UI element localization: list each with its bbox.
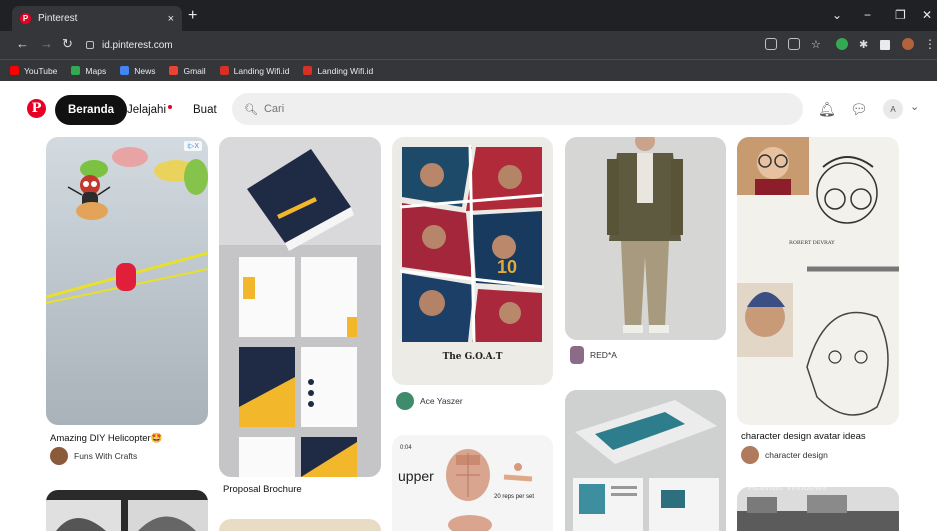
wifi-id-icon bbox=[219, 66, 229, 75]
poster-title: The G.O.A.T bbox=[442, 352, 503, 362]
pin-user-ace[interactable]: Ace Yaszer bbox=[396, 392, 463, 410]
sketch-image bbox=[46, 500, 208, 531]
gmail-icon bbox=[169, 66, 179, 75]
side-panel-icon[interactable] bbox=[880, 40, 890, 50]
close-window-button[interactable]: ✕ bbox=[922, 8, 932, 22]
goat-poster-image bbox=[398, 143, 547, 343]
maps-icon bbox=[71, 66, 81, 75]
search-bar[interactable]: 🔍︎ bbox=[232, 93, 803, 125]
restore-button[interactable]: ❐ bbox=[895, 8, 906, 22]
nav-create-button[interactable]: Buat bbox=[193, 95, 217, 125]
pin-street-scene[interactable] bbox=[737, 487, 899, 531]
notifications-bell-icon[interactable]: 🔔︎ bbox=[818, 101, 836, 118]
user-avatar bbox=[741, 446, 759, 464]
new-tab-button[interactable]: + bbox=[188, 8, 197, 24]
character-sketch-image bbox=[737, 137, 899, 425]
browser-tab-bar: P Pinterest × + ⌄ − ❐ ✕ bbox=[0, 0, 937, 31]
jersey-number: 10 bbox=[497, 257, 518, 277]
news-icon bbox=[120, 66, 130, 75]
chevron-down-icon[interactable]: ⌄ bbox=[910, 100, 919, 113]
pin-magazine-layout[interactable] bbox=[565, 390, 726, 531]
pin-goat-poster[interactable]: 10 The G.O.A.T bbox=[392, 137, 553, 385]
bookmark-gmail[interactable]: Gmail bbox=[169, 66, 206, 76]
search-icon: 🔍︎ bbox=[244, 103, 258, 116]
bookmark-news[interactable]: News bbox=[120, 66, 155, 76]
install-app-icon[interactable] bbox=[765, 38, 777, 50]
pin-user-reda[interactable]: RED*A bbox=[570, 346, 617, 364]
pinterest-header: P Beranda Jelajahi Buat 🔍︎ 🔔︎ 💬︎ A ⌄ bbox=[0, 81, 937, 137]
bookmark-youtube[interactable]: YouTube bbox=[10, 66, 57, 76]
bookmark-landing-wifi-2[interactable]: Landing Wifi.id bbox=[303, 66, 373, 76]
tab-title: Pinterest bbox=[38, 13, 78, 24]
pinterest-logo-icon[interactable]: P bbox=[27, 99, 46, 118]
reload-icon[interactable]: ↻ bbox=[62, 37, 73, 51]
magazine-image bbox=[565, 390, 726, 531]
pin-user-character[interactable]: character design bbox=[741, 446, 828, 464]
share-icon[interactable] bbox=[788, 38, 800, 50]
user-avatar bbox=[396, 392, 414, 410]
pinterest-favicon-icon: P bbox=[20, 13, 31, 24]
messages-icon[interactable]: 💬︎ bbox=[850, 101, 868, 118]
pin-character-design[interactable]: ROBERT DEVRAY bbox=[737, 137, 899, 425]
street-image bbox=[737, 487, 899, 531]
bookmark-star-icon[interactable]: ☆ bbox=[811, 38, 821, 52]
minimize-button[interactable]: − bbox=[864, 8, 871, 22]
pin-diy-helicopter[interactable]: i▷X bbox=[46, 137, 208, 425]
extensions-puzzle-icon[interactable]: ✱ bbox=[859, 38, 868, 52]
lock-icon bbox=[86, 41, 94, 49]
youtube-icon bbox=[10, 66, 19, 75]
pin-proposal-brochure[interactable] bbox=[219, 137, 381, 477]
search-input[interactable] bbox=[263, 103, 744, 115]
sketch-signature: ROBERT DEVRAY bbox=[789, 240, 835, 246]
wifi-id-icon bbox=[303, 66, 313, 75]
brochure-image bbox=[219, 137, 381, 477]
avatar[interactable]: A bbox=[883, 99, 903, 119]
pin-user-funs[interactable]: Funs With Crafts bbox=[50, 447, 137, 465]
tab-search-icon[interactable]: ⌄ bbox=[832, 8, 842, 22]
pin-title-character[interactable]: character design avatar ideas bbox=[741, 431, 866, 442]
nav-home-button[interactable]: Beranda bbox=[55, 95, 128, 125]
browser-tab[interactable]: P Pinterest × bbox=[12, 6, 182, 31]
fashion-image bbox=[565, 137, 726, 340]
pin-sketch-portrait[interactable] bbox=[46, 490, 208, 531]
extension-green-icon[interactable] bbox=[836, 38, 848, 50]
user-avatar bbox=[50, 447, 68, 465]
user-avatar bbox=[570, 346, 584, 364]
bookmarks-bar: YouTube Maps News Gmail Landing Wifi.id … bbox=[0, 59, 937, 81]
nav-explore-label: Jelajahi bbox=[127, 104, 166, 116]
profile-avatar-icon[interactable] bbox=[902, 38, 914, 50]
pin-title-helicopter[interactable]: Amazing DIY Helicopter🤩 bbox=[50, 433, 163, 444]
url-text: id.pinterest.com bbox=[102, 39, 173, 51]
pin-fashion-outfit[interactable] bbox=[565, 137, 726, 340]
menu-kebab-icon[interactable]: ⋮ bbox=[924, 37, 936, 51]
url-field[interactable]: id.pinterest.com bbox=[82, 35, 662, 55]
address-bar-row: ← → ↻ id.pinterest.com ☆ ✱ ⋮ bbox=[0, 31, 937, 59]
notification-dot bbox=[168, 105, 172, 109]
helicopter-image bbox=[46, 147, 208, 304]
pin-upper-workout[interactable]: 0:04 upper 20 reps per set bbox=[392, 435, 553, 531]
activate-windows-watermark: Activate Windows bbox=[748, 482, 827, 493]
pin-next-col2[interactable] bbox=[219, 519, 381, 531]
pin-title-brochure[interactable]: Proposal Brochure bbox=[223, 484, 302, 495]
bookmark-landing-wifi-1[interactable]: Landing Wifi.id bbox=[219, 66, 289, 76]
forward-arrow-icon[interactable]: → bbox=[40, 37, 53, 51]
bookmark-maps[interactable]: Maps bbox=[71, 66, 106, 76]
back-arrow-icon[interactable]: ← bbox=[16, 37, 29, 51]
workout-image bbox=[446, 449, 533, 531]
ad-choice-icon[interactable]: i▷X bbox=[184, 141, 202, 151]
nav-explore-button[interactable]: Jelajahi bbox=[127, 95, 172, 125]
tab-close-icon[interactable]: × bbox=[168, 13, 174, 25]
